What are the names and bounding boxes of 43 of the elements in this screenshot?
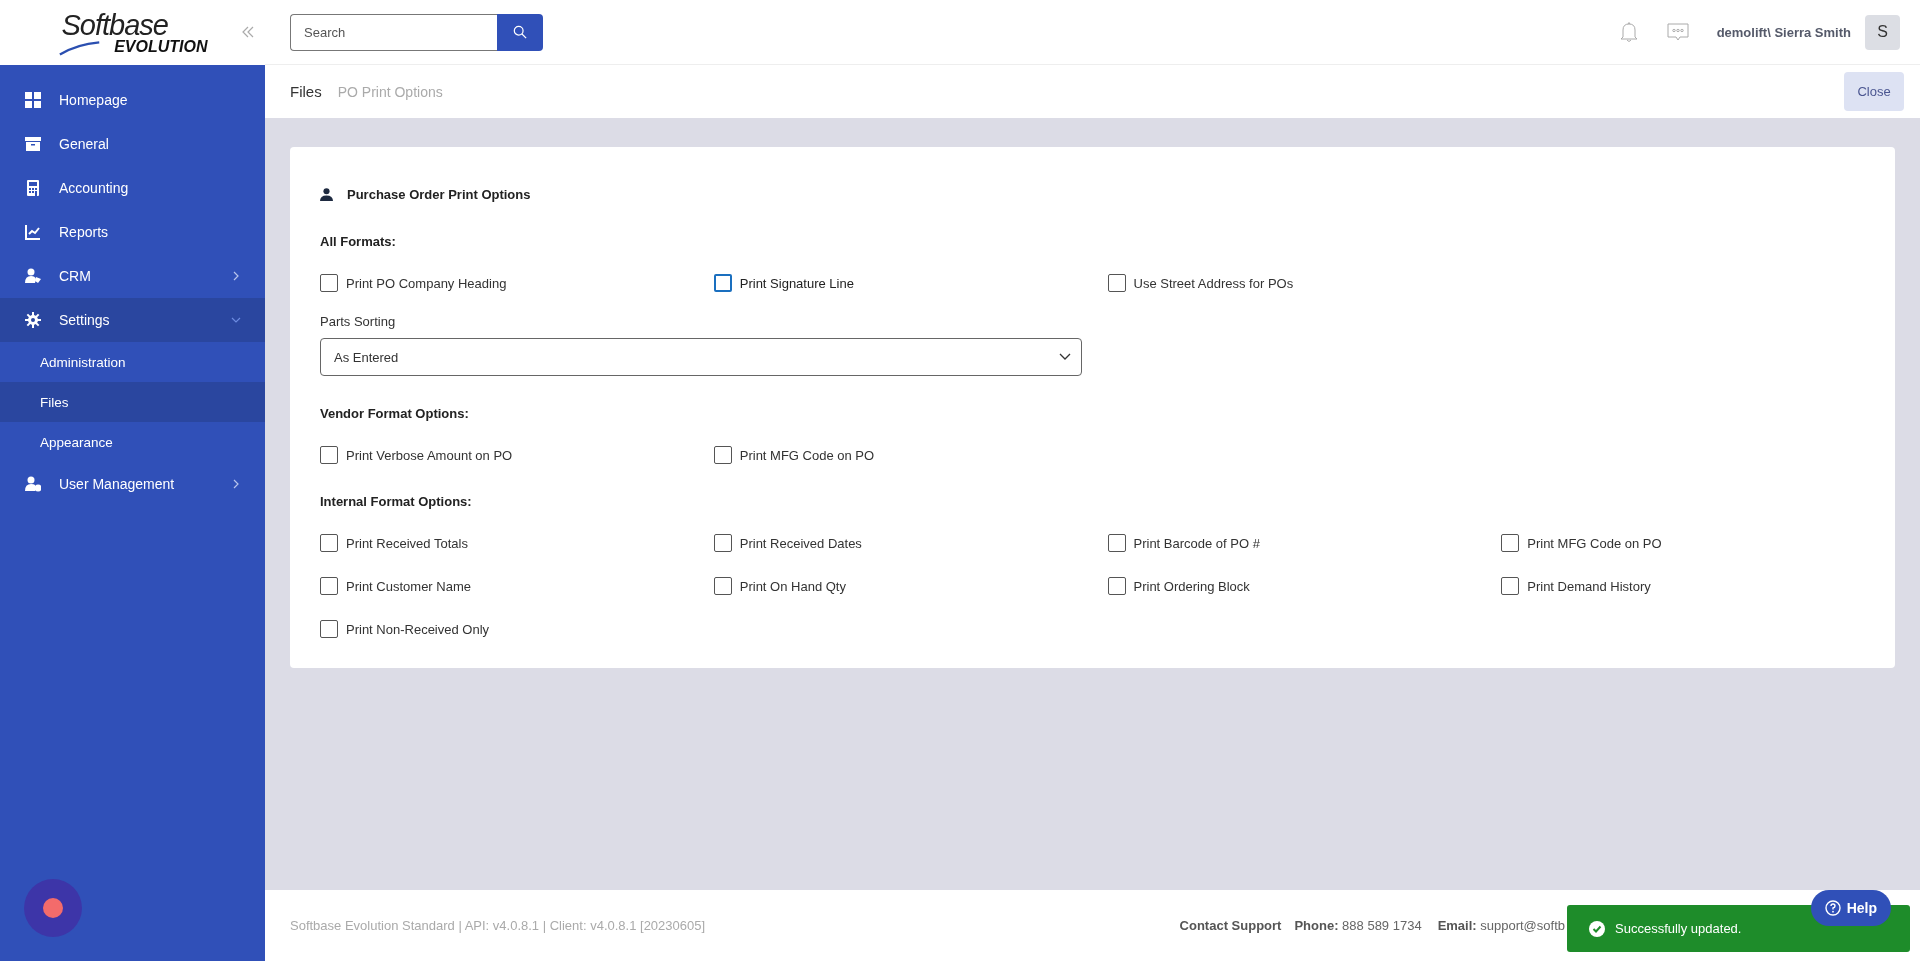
sidebar-item[interactable]: Reports	[0, 210, 265, 254]
email-text: Email: support@softb	[1437, 918, 1565, 933]
section-heading: All Formats:	[320, 234, 397, 249]
sidebar-item[interactable]: User Management	[0, 462, 265, 506]
sidebar-item[interactable]: General	[0, 122, 265, 166]
checkbox-label[interactable]: Print On Hand Qty	[739, 578, 846, 594]
toast-message: Successfully updated.	[1615, 921, 1742, 936]
contact-support-link[interactable]: Contact Support	[1179, 918, 1282, 933]
checkbox-label[interactable]: Use Street Address for POs	[1133, 275, 1294, 291]
checkbox-label[interactable]: Print PO Company Heading	[346, 275, 507, 291]
checkbox-label[interactable]: Print MFG Code on PO	[1527, 535, 1662, 551]
checkbox-label[interactable]: Print Received Dates	[739, 535, 862, 551]
avatar[interactable]: S	[1865, 14, 1900, 50]
breadcrumb-link[interactable]: Files	[290, 83, 322, 100]
checkbox-label[interactable]: Print Received Totals	[346, 535, 468, 551]
help-button[interactable]: Help	[1810, 890, 1891, 926]
sidebar-subitem[interactable]: Administration	[0, 342, 265, 382]
close-button[interactable]: Close	[1844, 72, 1904, 111]
checkbox-label[interactable]: Print MFG Code on PO	[739, 447, 875, 463]
sidebar-item[interactable]: Homepage	[0, 78, 265, 122]
checkbox-label[interactable]: Print Signature Line	[739, 275, 854, 291]
sidebar-item[interactable]: Accounting	[0, 166, 265, 210]
sidebar-subitem[interactable]: Appearance	[0, 422, 265, 462]
phone-text: Phone: 888 589 1734	[1294, 918, 1422, 933]
version-text: Softbase Evolution Standard | API: v4.0.8.1 | Client: v4.0.8.1 [20230605]	[290, 918, 706, 933]
section-heading: Vendor Format Options:	[320, 406, 470, 421]
checkbox-label[interactable]: Print Verbose Amount on PO	[346, 447, 513, 463]
checkbox-label[interactable]: Print Demand History	[1527, 578, 1651, 594]
section-heading: Internal Format Options:	[320, 494, 473, 509]
user-name[interactable]: demolift\ Sierra Smith	[1716, 24, 1851, 40]
checkbox-label[interactable]: Print Barcode of PO #	[1133, 535, 1260, 551]
checkbox-label[interactable]: Print Non-Received Only	[346, 621, 490, 637]
card-title: Purchase Order Print Options	[347, 187, 531, 202]
sidebar-subitem[interactable]: Files	[0, 382, 265, 422]
search-field[interactable]: Search	[290, 13, 497, 51]
logo: Softbase EVOLUTION	[57, 10, 208, 55]
sidebar-item[interactable]: CRM	[0, 254, 265, 298]
sidebar-item[interactable]: Settings	[0, 298, 265, 342]
field-label: Parts Sorting	[320, 314, 397, 329]
sorting-dropdown[interactable]: As Entered	[320, 338, 1082, 376]
page-title: PO Print Options	[337, 83, 443, 100]
checkbox-label[interactable]: Print Customer Name	[346, 578, 471, 594]
checkbox-label[interactable]: Print Ordering Block	[1133, 578, 1250, 594]
